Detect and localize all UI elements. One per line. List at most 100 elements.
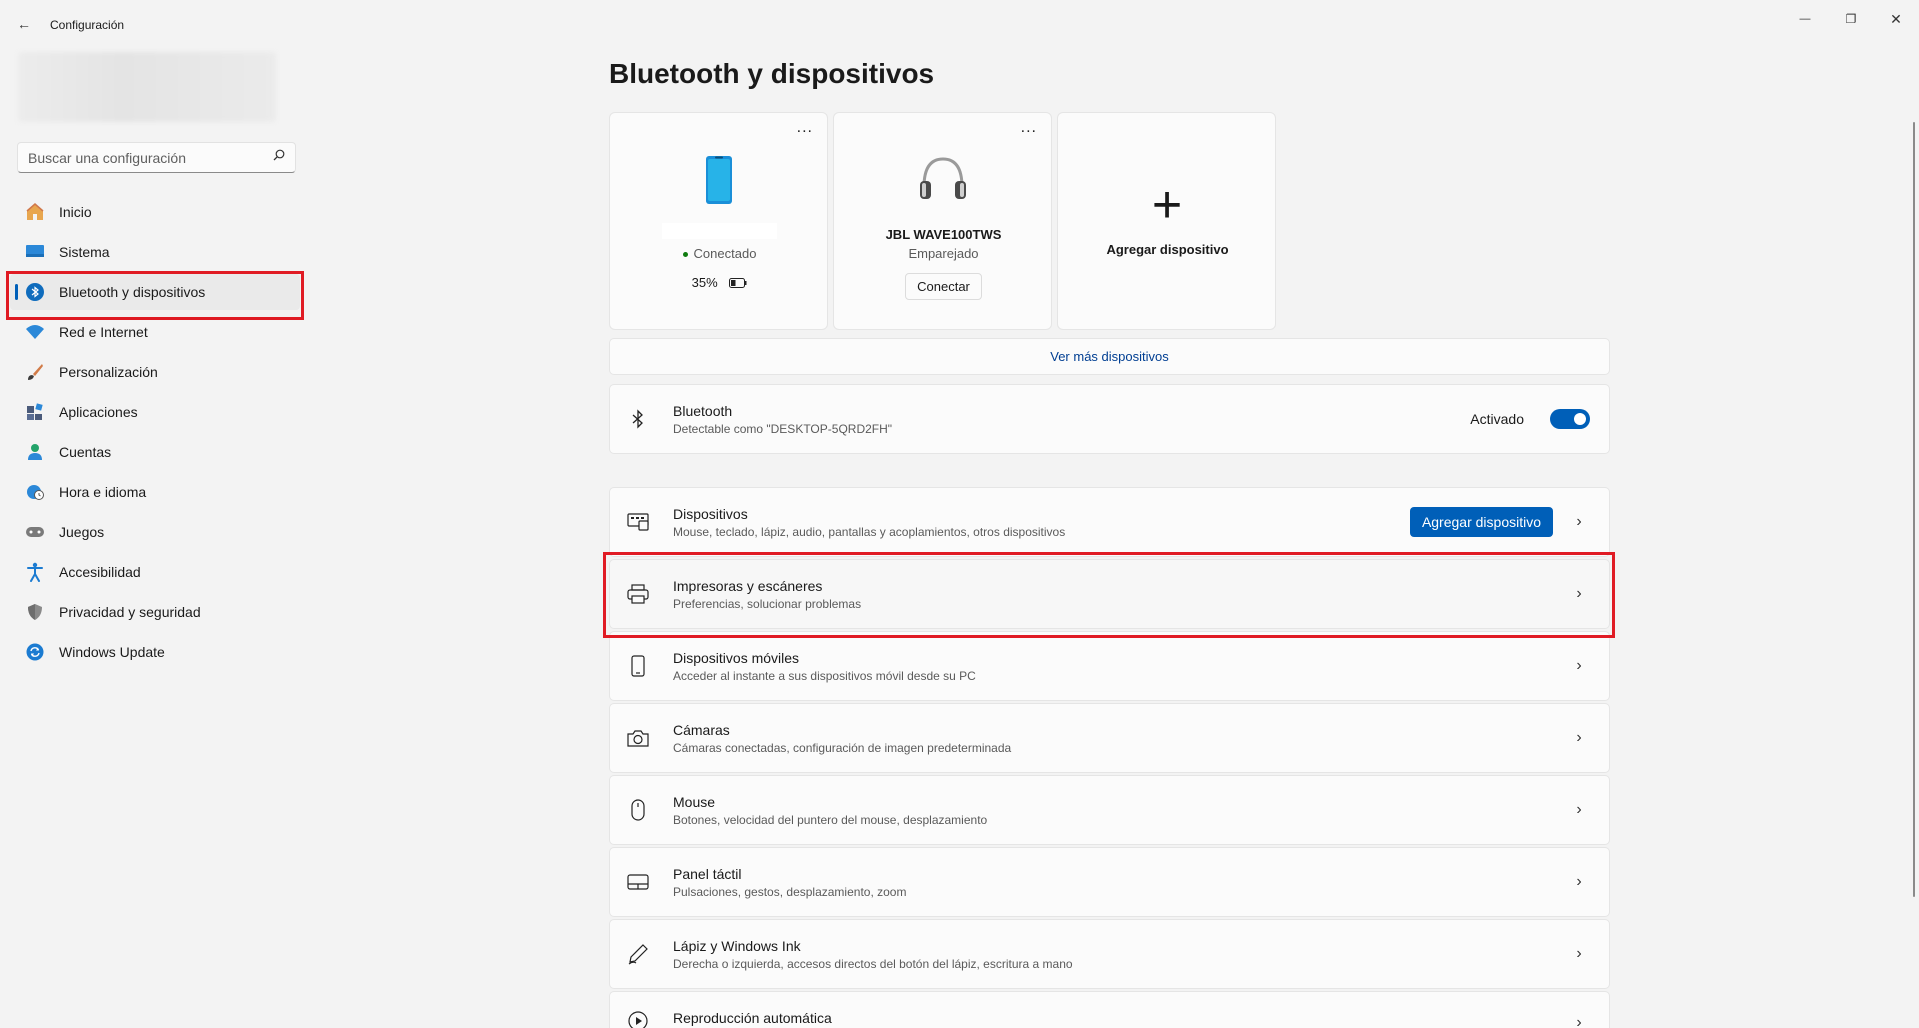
row-title: Dispositivos móviles <box>673 649 800 666</box>
row-title: Mouse <box>673 793 716 810</box>
row-reproduccion[interactable]: Reproducción automática › <box>609 991 1610 1028</box>
sidebar-item-label: Aplicaciones <box>59 404 138 420</box>
minimize-icon: — <box>1799 13 1811 25</box>
mobile-icon <box>625 655 651 677</box>
bluetooth-row: Bluetooth Detectable como "DESKTOP-5QRD2… <box>609 384 1610 454</box>
sidebar-item-label: Bluetooth y dispositivos <box>59 284 206 300</box>
sidebar-item-label: Cuentas <box>59 444 112 460</box>
connected-dot <box>682 252 688 258</box>
close-icon: ✕ <box>1890 10 1902 27</box>
restore-icon: ❐ <box>1845 12 1857 26</box>
row-subtitle: Detectable como "DESKTOP-5QRD2FH" <box>673 421 893 436</box>
sidebar-item-windows-update[interactable]: Windows Update <box>10 634 300 670</box>
back-arrow-icon: ← <box>17 16 31 32</box>
printer-icon <box>625 584 651 604</box>
scrollbar[interactable] <box>1913 122 1915 897</box>
toggle-state-label: Activado <box>1470 411 1524 427</box>
restore-button[interactable]: ❐ <box>1828 4 1874 34</box>
row-subtitle: Mouse, teclado, lápiz, audio, pantallas … <box>673 524 1066 539</box>
row-subtitle: Acceder al instante a sus dispositivos m… <box>673 668 976 683</box>
close-button[interactable]: ✕ <box>1873 4 1919 34</box>
sidebar-item-accesibilidad[interactable]: Accesibilidad <box>10 554 300 590</box>
plus-icon: + <box>1151 176 1183 234</box>
row-subtitle: Preferencias, solucionar problemas <box>673 596 862 611</box>
device-status: Conectado <box>610 246 829 261</box>
row-subtitle: Botones, velocidad del puntero del mouse… <box>673 812 988 827</box>
search-input[interactable] <box>18 149 258 166</box>
chevron-right-icon: › <box>1576 585 1582 602</box>
sidebar-item-cuentas[interactable]: Cuentas <box>10 434 300 470</box>
row-title: Impresoras y escáneres <box>673 577 823 594</box>
more-options-icon[interactable]: ... <box>797 119 813 137</box>
add-device-button[interactable]: Agregar dispositivo <box>1409 507 1553 537</box>
row-title: Cámaras <box>673 721 730 738</box>
bluetooth-toggle[interactable] <box>1550 409 1590 429</box>
row-title: Bluetooth <box>673 402 733 419</box>
sidebar-item-label: Accesibilidad <box>59 564 141 580</box>
chevron-right-icon: › <box>1576 945 1582 962</box>
sidebar-item-personalizacion[interactable]: Personalización <box>10 354 300 390</box>
row-mouse[interactable]: Mouse Botones, velocidad del puntero del… <box>609 775 1610 845</box>
add-device-card[interactable]: + Agregar dispositivo <box>1057 112 1276 330</box>
bluetooth-icon <box>625 409 651 429</box>
phone-icon <box>705 155 733 210</box>
app-title: Configuración <box>50 18 125 32</box>
more-options-icon[interactable]: ... <box>1021 119 1037 137</box>
sidebar-item-hora[interactable]: Hora e idioma <box>10 474 300 510</box>
row-title: Panel táctil <box>673 865 742 882</box>
chevron-right-icon: › <box>1576 873 1582 890</box>
chevron-right-icon: › <box>1576 801 1582 818</box>
devices-icon <box>625 513 651 531</box>
apps-icon <box>25 402 45 422</box>
wifi-icon <box>25 322 45 342</box>
update-icon <box>25 642 45 662</box>
row-impresoras[interactable]: Impresoras y escáneres Preferencias, sol… <box>609 559 1610 629</box>
connect-button[interactable]: Conectar <box>905 273 982 300</box>
sidebar-item-label: Windows Update <box>59 644 165 660</box>
row-moviles[interactable]: Dispositivos móviles Acceder al instante… <box>609 631 1610 701</box>
row-lapiz[interactable]: Lápiz y Windows Ink Derecha o izquierda,… <box>609 919 1610 989</box>
person-icon <box>25 442 45 462</box>
gamepad-icon <box>25 522 45 542</box>
brush-icon <box>25 362 45 382</box>
sidebar-item-red[interactable]: Red e Internet <box>10 314 300 350</box>
back-button[interactable]: ← <box>14 14 34 34</box>
title-bar: ← Configuración — ❐ ✕ <box>0 0 1919 48</box>
sidebar-item-inicio[interactable]: Inicio <box>10 194 300 230</box>
user-profile[interactable] <box>18 52 276 122</box>
battery-level: 35% <box>610 275 829 291</box>
search-box[interactable] <box>17 142 296 173</box>
sidebar-item-juegos[interactable]: Juegos <box>10 514 300 550</box>
sidebar-item-label: Juegos <box>59 524 105 540</box>
see-more-label: Ver más dispositivos <box>1050 349 1169 364</box>
redacted-device-name <box>662 223 777 239</box>
autoplay-icon <box>625 1010 651 1028</box>
bluetooth-icon <box>25 282 45 302</box>
row-dispositivos[interactable]: Dispositivos Mouse, teclado, lápiz, audi… <box>609 487 1610 557</box>
search-icon[interactable] <box>273 149 285 164</box>
home-icon <box>25 202 45 222</box>
row-title: Lápiz y Windows Ink <box>673 937 801 954</box>
sidebar-item-aplicaciones[interactable]: Aplicaciones <box>10 394 300 430</box>
device-card-headphones[interactable]: ... JBL WAVE100TWS Emparejado Conectar <box>833 112 1052 330</box>
chevron-right-icon: › <box>1576 729 1582 746</box>
device-name: JBL WAVE100TWS <box>885 227 1002 242</box>
row-subtitle: Cámaras conectadas, configuración de ima… <box>673 740 1012 755</box>
see-more-devices-link[interactable]: Ver más dispositivos <box>609 338 1610 375</box>
sidebar-item-label: Privacidad y seguridad <box>59 604 201 620</box>
mouse-icon <box>625 799 651 821</box>
row-subtitle: Derecha o izquierda, accesos directos de… <box>673 956 1073 971</box>
globe-clock-icon <box>25 482 45 502</box>
device-status: Emparejado <box>908 246 979 261</box>
add-device-label: Agregar dispositivo <box>1106 242 1229 257</box>
sidebar-item-bluetooth[interactable]: Bluetooth y dispositivos <box>10 274 300 310</box>
camera-icon <box>625 729 651 747</box>
monitor-icon <box>25 242 45 262</box>
minimize-button[interactable]: — <box>1782 4 1828 34</box>
sidebar-item-sistema[interactable]: Sistema <box>10 234 300 270</box>
row-panel-tactil[interactable]: Panel táctil Pulsaciones, gestos, despla… <box>609 847 1610 917</box>
device-card-phone[interactable]: ... Conectado 35% <box>609 112 828 330</box>
sidebar-item-privacidad[interactable]: Privacidad y seguridad <box>10 594 300 630</box>
sidebar-item-label: Red e Internet <box>59 324 148 340</box>
row-camaras[interactable]: Cámaras Cámaras conectadas, configuració… <box>609 703 1610 773</box>
